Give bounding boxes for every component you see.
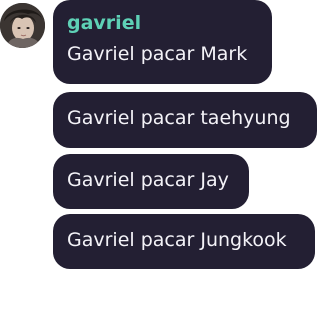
message-bubble-4[interactable]: Gavriel pacar Jungkook xyxy=(53,214,315,269)
message-text: Gavriel pacar Jungkook xyxy=(67,229,287,251)
avatar[interactable] xyxy=(0,3,45,48)
message-text: Gavriel pacar taehyung xyxy=(67,107,291,129)
message-text: Gavriel pacar Mark xyxy=(67,43,248,65)
avatar-image xyxy=(0,3,45,48)
message-bubble-2[interactable]: Gavriel pacar taehyung xyxy=(53,92,317,148)
message-bubble-1[interactable]: gavriel Gavriel pacar Mark xyxy=(53,0,272,84)
message-text: Gavriel pacar Jay xyxy=(67,169,229,191)
message-bubble-3[interactable]: Gavriel pacar Jay xyxy=(53,154,249,209)
sender-name[interactable]: gavriel xyxy=(67,14,141,33)
